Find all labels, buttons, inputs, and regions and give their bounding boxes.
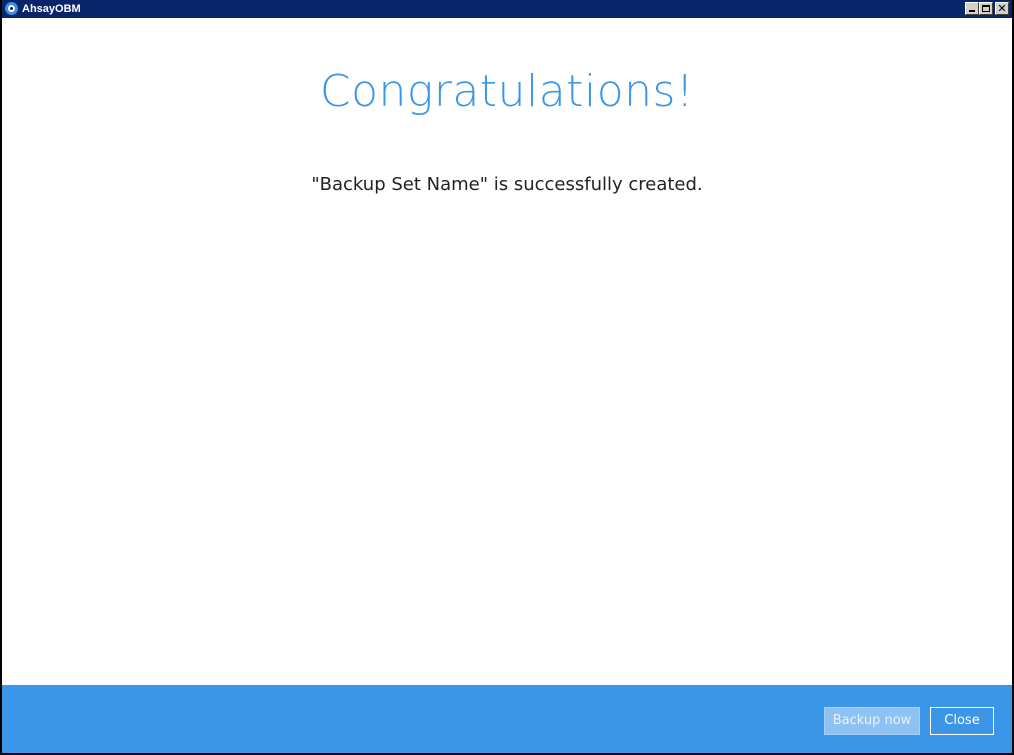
close-button[interactable]: Close [930,707,994,735]
window-controls: ✕ [965,2,1009,15]
footer-bar: Backup now Close [2,685,1012,753]
minimize-button[interactable] [965,2,979,15]
success-message: "Backup Set Name" is successfully create… [311,174,703,195]
backup-now-button[interactable]: Backup now [824,707,920,735]
window-title: AhsayOBM [22,3,81,15]
page-title: Congratulations! [319,66,695,117]
ahsay-logo-icon [5,2,18,15]
close-window-button[interactable]: ✕ [995,2,1009,15]
app-window: AhsayOBM ✕ Congratulations! "Backup Set … [0,0,1014,755]
main-content: Congratulations! "Backup Set Name" is su… [2,18,1012,685]
maximize-button[interactable] [979,2,993,15]
title-bar[interactable]: AhsayOBM ✕ [2,0,1012,18]
